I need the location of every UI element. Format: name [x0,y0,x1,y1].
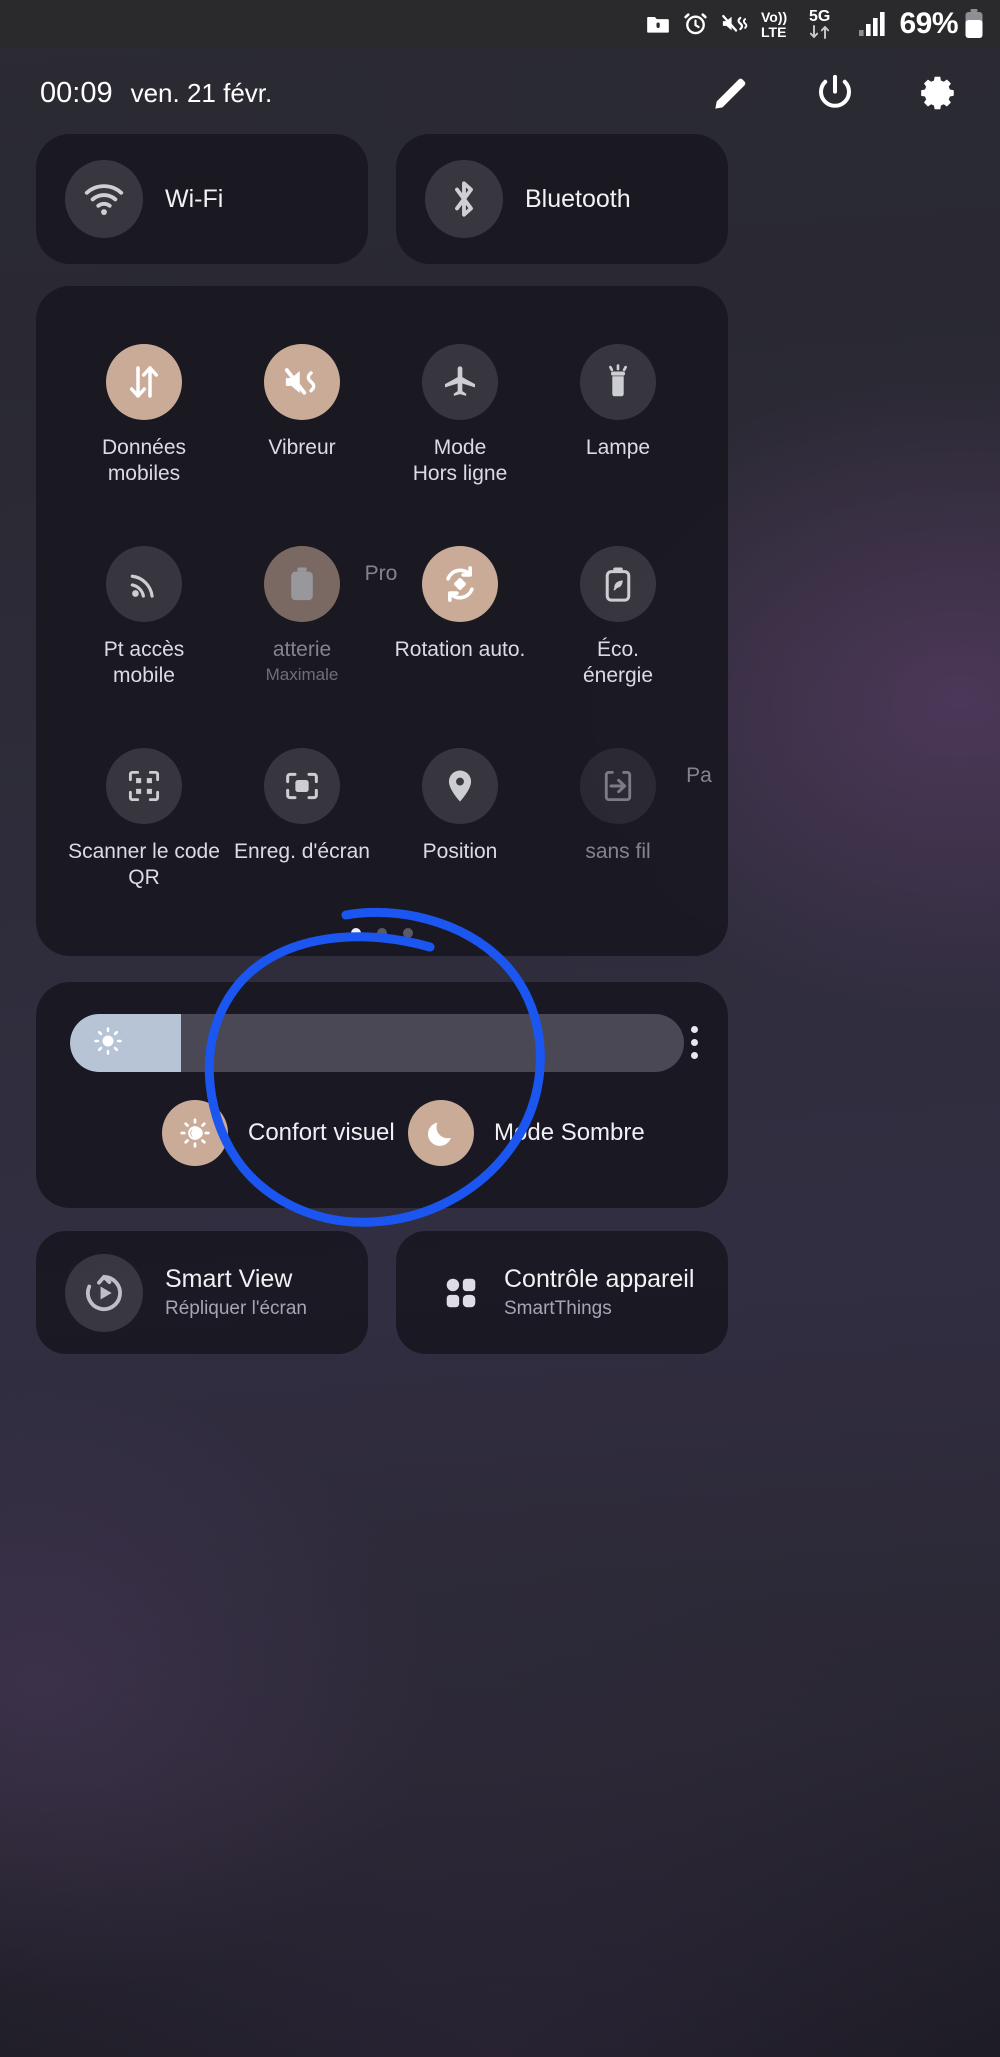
smart-view-icon [65,1253,143,1332]
eye-comfort-shield-toggle[interactable]: Confort visuel [162,1100,395,1166]
smart-view-title: Smart View [165,1265,293,1293]
pager-dot-2[interactable] [377,928,387,938]
pager-dot-3[interactable] [403,928,413,938]
dark-mode-toggle[interactable]: Mode Sombre [408,1100,645,1166]
qr-scanner-toggle[interactable]: Scanner le code QR [64,748,224,890]
bluetooth-icon [425,160,503,238]
bluetooth-tile[interactable]: Bluetooth [396,134,728,264]
screen-record-icon [264,748,340,824]
power-saving-label: Éco. énergie [582,638,654,687]
leaf-battery-icon [580,546,656,622]
brightness-sun-icon [92,1025,124,1062]
eye-comfort-icon [162,1100,228,1166]
battery-level-icon [964,8,984,39]
smart-view-subtitle: Répliquer l'écran [165,1298,307,1319]
folder-lock-icon [645,11,671,37]
vibrate-label: Vibreur [268,436,336,459]
volte-bottom-text: LTE [761,24,786,40]
pager-dots[interactable] [36,928,728,938]
device-control-tile-text: Contrôle appareil SmartThings [504,1265,694,1320]
location-toggle[interactable]: Position [380,748,540,865]
mobile-hotspot-label: Pt accès mobile [103,638,185,687]
more-vertical-icon-dot1 [691,1026,698,1033]
screen-recorder-label: Enreg. d'écran [234,840,370,863]
hotspot-icon [106,546,182,622]
qr-scanner-label: Scanner le code QR [68,840,220,889]
brightness-slider[interactable] [70,1014,684,1072]
device-control-tile[interactable]: Contrôle appareil SmartThings [396,1231,728,1354]
bluetooth-tile-text: Bluetooth [525,185,631,214]
eye-comfort-shield-label: Confort visuel [248,1119,395,1146]
flashlight-toggle[interactable]: Lampe [538,344,698,461]
bluetooth-tile-title: Bluetooth [525,184,631,213]
wifi-tile-title: Wi-Fi [165,184,224,213]
battery-percent-label: 69% [899,6,958,40]
volte-icon: Vo)) LTE [760,7,796,41]
header-actions [708,70,962,116]
moon-icon [408,1100,474,1166]
partial-next-text: Pa [686,764,712,787]
more-vertical-icon-dot3 [691,1052,698,1059]
clock-label: 00:09 [40,76,113,109]
status-bar: Vo)) LTE 5G 69% [0,0,1000,47]
quick-settings-header: 00:09 ven. 21 févr. [0,62,1000,124]
airplane-mode-toggle[interactable]: Mode Hors ligne [380,344,540,486]
screen-recorder-toggle[interactable]: Enreg. d'écran [222,748,382,865]
mobile-hotspot-toggle[interactable]: Pt accès mobile [64,546,224,688]
partial-next-label: Pa [644,748,754,789]
flashlight-icon [580,344,656,420]
quick-toggles-grid: Données mobiles Vibreur Mode Hors ligne [36,286,728,956]
volte-top-text: Vo)) [761,9,787,25]
auto-rotate-toggle[interactable]: Rotation auto. [380,546,540,663]
power-button[interactable] [812,70,858,116]
edit-pencil-button[interactable] [708,70,754,116]
location-label: Position [422,840,498,863]
pager-dot-1[interactable] [351,928,361,938]
battery-sub-label: Maximale [265,664,339,684]
5g-data-icon: 5G [807,6,847,42]
network-type-text: 5G [809,8,830,25]
qr-code-icon [106,748,182,824]
wifi-tile[interactable]: Wi-Fi [36,134,368,264]
airplane-mode-label: Mode Hors ligne [412,436,508,485]
brightness-more-options-button[interactable] [691,1026,698,1059]
settings-button[interactable] [916,70,962,116]
device-control-subtitle: SmartThings [504,1298,612,1319]
more-vertical-icon-dot2 [691,1039,698,1046]
battery-label: atterie [272,638,332,661]
quick-settings-screen: Vo)) LTE 5G 69% 00:09 ven. 21 févr. Wi-F… [0,0,1000,2057]
smart-view-tile-text: Smart View Répliquer l'écran [165,1265,307,1320]
mobile-data-toggle[interactable]: Données mobiles [64,344,224,486]
wifi-icon [65,160,143,238]
wifi-tile-text: Wi-Fi [165,185,223,214]
signal-bars-icon [858,11,886,37]
brightness-slider-fill [70,1014,181,1072]
vibrate-icon [264,344,340,420]
device-control-icon [432,1264,490,1322]
wireless-share-label: sans fil [585,840,651,863]
auto-rotate-icon [422,546,498,622]
vibrate-toggle[interactable]: Vibreur [222,344,382,461]
vibrate-mute-icon [720,10,749,37]
device-control-title: Contrôle appareil [504,1265,695,1293]
mobile-data-label: Données mobiles [101,436,187,485]
power-saving-toggle[interactable]: Éco. énergie [538,546,698,688]
flashlight-label: Lampe [585,436,651,459]
alarm-clock-icon [682,10,709,37]
clock-and-date[interactable]: 00:09 ven. 21 févr. [40,77,272,110]
data-arrows-icon [106,344,182,420]
auto-rotate-label: Rotation auto. [394,638,526,661]
smart-view-tile[interactable]: Smart View Répliquer l'écran [36,1231,368,1354]
date-label: ven. 21 févr. [130,77,273,108]
brightness-and-display-panel: Confort visuel Mode Sombre [36,982,728,1208]
dark-mode-label: Mode Sombre [494,1119,645,1146]
airplane-icon [422,344,498,420]
location-pin-icon [422,748,498,824]
